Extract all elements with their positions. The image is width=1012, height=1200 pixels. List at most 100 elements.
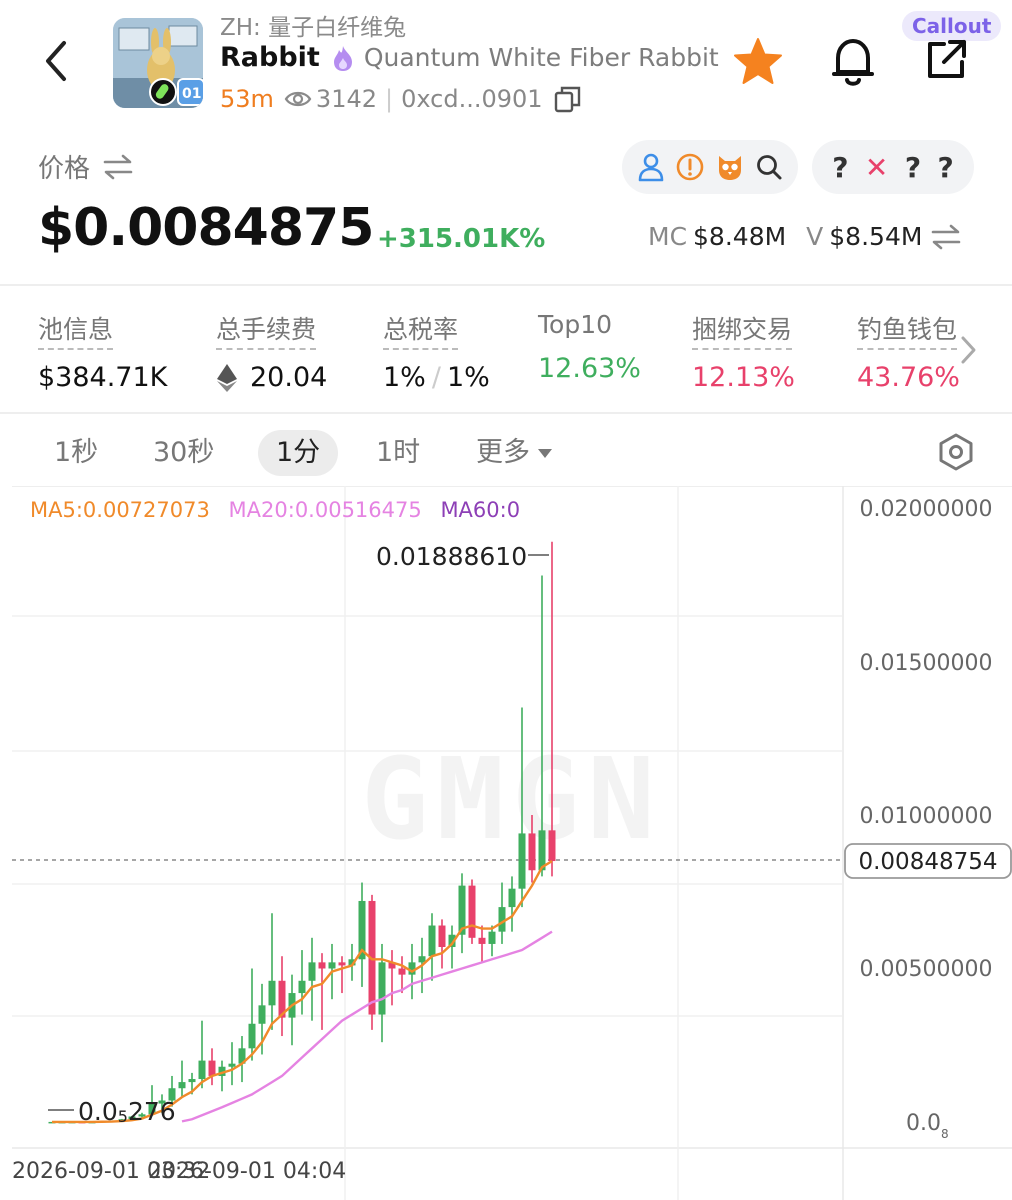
swap-icon[interactable] — [930, 224, 962, 250]
copy-icon[interactable] — [553, 84, 583, 114]
candle-body — [548, 830, 556, 862]
y-tick-label: 0.02000000 — [860, 497, 993, 522]
stat-value-row: 20.04 — [216, 362, 327, 393]
token-symbol: Rabbit — [220, 42, 320, 73]
svg-text:01: 01 — [182, 86, 201, 102]
owl-icon — [719, 156, 741, 180]
stat-label: Top10 — [538, 310, 612, 339]
check-unknown-icon: ? — [937, 150, 954, 184]
x-axis-labels: 2026-09-01 03:32 2026-09-01 04:04 — [12, 1159, 346, 1184]
y-zero-label: 0.08 — [906, 1111, 949, 1141]
mc-label: MC — [648, 222, 688, 251]
chevron-right-icon — [961, 336, 976, 364]
tab-more[interactable]: 更多 — [476, 430, 554, 476]
token-full-name: Quantum White Fiber Rabbit — [363, 43, 719, 72]
ma20-line — [181, 930, 553, 1123]
ma-legend: MA5:0.00727073 MA20:0.00516475 MA60:0 — [30, 498, 520, 522]
stat-pool-info[interactable]: 池信息 $384.71K — [38, 310, 167, 393]
settings-hexagon-icon — [939, 433, 973, 471]
low-price-label: 0.05276 — [78, 1097, 176, 1126]
candle-body — [418, 956, 426, 963]
stat-label: 钓鱼钱包 — [857, 310, 958, 350]
flame-icon — [333, 45, 352, 71]
candle-body — [328, 962, 336, 969]
tab-30s[interactable]: 30秒 — [153, 430, 214, 476]
stat-top10[interactable]: Top10 12.63% — [538, 310, 641, 384]
y-tick-label: 0.00500000 — [860, 957, 993, 982]
meta-divider: | — [385, 85, 394, 113]
candle-body — [508, 888, 516, 908]
share-button[interactable] — [922, 36, 970, 84]
check-unknown-icon: ? — [904, 150, 922, 184]
current-price-tag: 0.00848754 — [858, 849, 997, 875]
candle-body — [528, 833, 536, 871]
stats-scroll-right[interactable] — [956, 334, 980, 366]
favorite-button[interactable] — [732, 36, 784, 88]
candle-body — [518, 833, 526, 889]
x-date-label: 2026-09-01 04:04 — [148, 1159, 346, 1184]
stat-label: 捆绑交易 — [692, 310, 793, 350]
stat-phishing-wallets[interactable]: 钓鱼钱包 43.76% — [857, 310, 967, 393]
price-chart[interactable]: GMGN 0.02000000 0.01500000 0.01000000 0.… — [0, 486, 1012, 1200]
candle-body — [188, 1079, 196, 1083]
y-axis-labels: 0.02000000 0.01500000 0.01000000 0.00500… — [860, 497, 993, 1141]
security-checks-pill[interactable]: ? ✕ ? ? — [812, 140, 974, 194]
low-label-sub: 5 — [118, 1107, 128, 1126]
stat-value-row: 1% / 1% — [383, 362, 490, 393]
risk-icons-pill[interactable] — [622, 140, 798, 194]
stat-value: 20.04 — [250, 362, 328, 393]
candle-body — [248, 1023, 256, 1049]
stat-label: 池信息 — [38, 310, 114, 350]
view-count: 3142 — [315, 85, 377, 113]
swap-icon[interactable] — [102, 154, 134, 180]
warning-icon — [676, 153, 704, 181]
candle-body — [438, 925, 446, 948]
y-tick-label: 0.01500000 — [860, 651, 993, 676]
alert-button[interactable] — [828, 34, 878, 90]
stat-value: 12.13% — [692, 362, 795, 393]
sell-tax: 1% — [446, 362, 490, 393]
high-marker: 0.01888610 — [376, 542, 549, 571]
tab-1s[interactable]: 1秒 — [54, 430, 98, 476]
candle-body — [428, 925, 436, 957]
stat-total-tax[interactable]: 总税率 1% / 1% — [383, 310, 490, 393]
volume-value: $8.54M — [829, 222, 923, 251]
contract-address[interactable]: 0xcd...0901 — [401, 85, 542, 113]
back-button[interactable] — [36, 38, 76, 84]
y-zero-main: 0.0 — [906, 1111, 941, 1136]
price-label: 价格 — [38, 154, 91, 184]
tab-more-label: 更多 — [476, 437, 530, 468]
tab-1h[interactable]: 1时 — [376, 430, 420, 476]
candle-body — [538, 830, 546, 871]
stat-label: 总手续费 — [216, 310, 317, 350]
price-change: +315.01K% — [377, 224, 546, 254]
market-cap-volume: MC $8.48M V $8.54M — [648, 222, 962, 251]
candle-body — [498, 907, 506, 932]
candle-body — [178, 1082, 186, 1089]
token-name-row: Rabbit Quantum White Fiber Rabbit — [220, 42, 719, 73]
high-price-label: 0.01888610 — [376, 542, 527, 571]
ma5-legend: MA5:0.00727073 — [30, 498, 210, 522]
price-label-row: 价格 — [38, 148, 134, 185]
buy-tax: 1% — [383, 362, 426, 393]
low-label-tail: 276 — [128, 1097, 176, 1126]
candle-body — [478, 937, 486, 944]
check-failed-icon: ✕ — [864, 150, 889, 184]
star-icon — [734, 38, 782, 84]
token-age: 53m — [220, 85, 274, 113]
search-icon — [757, 155, 782, 180]
pump-badge-icon — [149, 78, 177, 106]
token-avatar[interactable]: 01 — [113, 18, 203, 108]
candle-body — [398, 968, 406, 975]
stat-bundled-trades[interactable]: 捆绑交易 12.13% — [692, 310, 795, 393]
stat-value: $384.71K — [38, 362, 168, 393]
tab-1m[interactable]: 1分 — [258, 430, 339, 476]
candle-body — [208, 1060, 216, 1076]
low-label-main: 0.0 — [78, 1097, 118, 1126]
ma20-legend: MA20:0.00516475 — [228, 498, 422, 522]
chart-settings-button[interactable] — [936, 432, 976, 472]
candle-body — [488, 931, 496, 944]
stat-total-fees[interactable]: 总手续费 20.04 — [216, 310, 327, 393]
ma60-legend: MA60:0 — [440, 498, 521, 522]
candle-body — [318, 962, 326, 969]
